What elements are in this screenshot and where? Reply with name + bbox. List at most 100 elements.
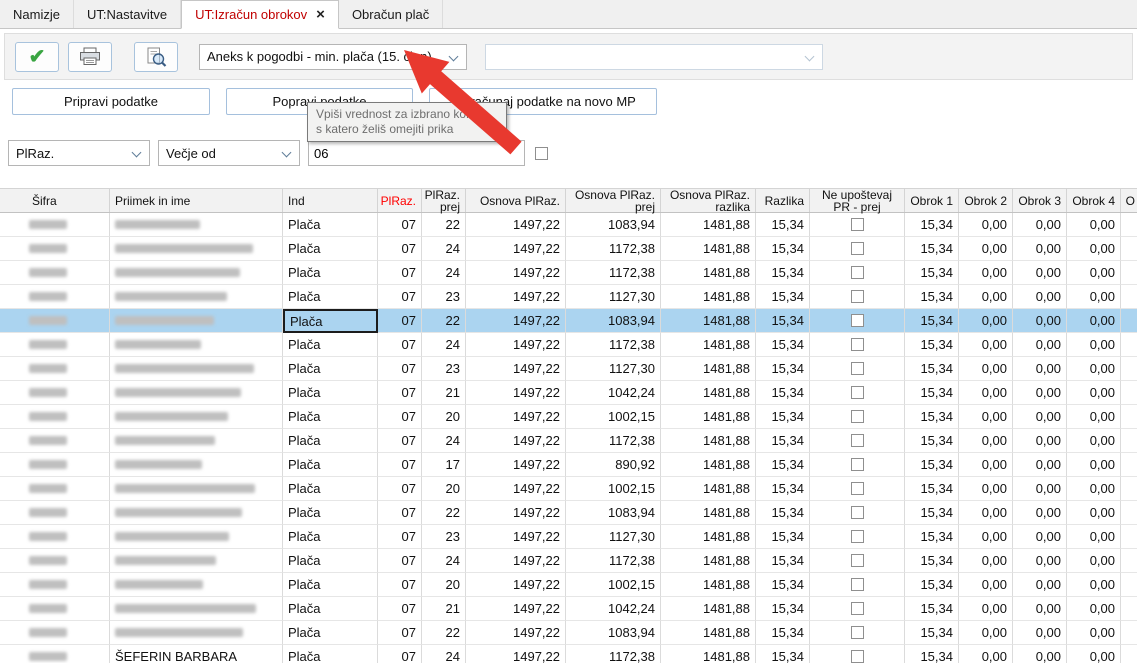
- cell-plraz[interactable]: 07: [378, 501, 422, 525]
- cell-obrok4[interactable]: 0,00: [1067, 597, 1121, 621]
- cell-obrok2[interactable]: 0,00: [959, 285, 1013, 309]
- cell-osnova_prej[interactable]: 1083,94: [566, 213, 661, 237]
- cell-ne_upostevaj[interactable]: [810, 573, 905, 597]
- cell-sifra[interactable]: [0, 429, 110, 453]
- cell-obrok2[interactable]: 0,00: [959, 357, 1013, 381]
- column-header-osnova_prej[interactable]: Osnova PlRaz. prej: [566, 189, 661, 213]
- cell-plraz[interactable]: 07: [378, 621, 422, 645]
- cell-ind[interactable]: Plača: [283, 429, 378, 453]
- cell-obrok4[interactable]: 0,00: [1067, 573, 1121, 597]
- cell-ind[interactable]: Plača: [283, 573, 378, 597]
- cell-ind[interactable]: Plača: [283, 285, 378, 309]
- cell-osnova[interactable]: 1497,22: [466, 477, 566, 501]
- cell-sifra[interactable]: [0, 381, 110, 405]
- cell-obrok5[interactable]: [1121, 405, 1137, 429]
- table-row[interactable]: Plača 07 24 1497,22 1172,38 1481,88 15,34 15,34…: [0, 333, 1137, 357]
- cell-obrok5[interactable]: [1121, 621, 1137, 645]
- ne-upostevaj-checkbox[interactable]: [850, 506, 864, 519]
- cell-obrok2[interactable]: 0,00: [959, 309, 1013, 333]
- column-header-sifra[interactable]: Šifra: [0, 189, 110, 212]
- cell-plraz[interactable]: 07: [378, 213, 422, 237]
- cell-razlika[interactable]: 15,34: [756, 213, 810, 237]
- filter-checkbox[interactable]: [535, 146, 548, 160]
- cell-obrok2[interactable]: 0,00: [959, 573, 1013, 597]
- cell-osnova_razlika[interactable]: 1481,88: [661, 525, 756, 549]
- ne-upostevaj-checkbox[interactable]: [850, 218, 864, 231]
- cell-obrok4[interactable]: 0,00: [1067, 357, 1121, 381]
- cell-ind[interactable]: Plača: [283, 597, 378, 621]
- cell-osnova_razlika[interactable]: 1481,88: [661, 381, 756, 405]
- cell-obrok4[interactable]: 0,00: [1067, 549, 1121, 573]
- print-button[interactable]: [68, 41, 112, 72]
- cell-ne_upostevaj[interactable]: [810, 597, 905, 621]
- ne-upostevaj-checkbox[interactable]: [850, 242, 864, 255]
- cell-ne_upostevaj[interactable]: [810, 213, 905, 237]
- cell-osnova_prej[interactable]: 1083,94: [566, 309, 661, 333]
- column-header-osnova[interactable]: Osnova PlRaz.: [466, 189, 566, 212]
- cell-plraz_prej[interactable]: 22: [422, 501, 466, 525]
- cell-ne_upostevaj[interactable]: [810, 645, 905, 663]
- table-row[interactable]: Plača 07 22 1497,22 1083,94 1481,88 15,34 15,34…: [0, 309, 1137, 333]
- cell-sifra[interactable]: [0, 549, 110, 573]
- cell-obrok3[interactable]: 0,00: [1013, 285, 1067, 309]
- cell-obrok5[interactable]: [1121, 285, 1137, 309]
- cell-ne_upostevaj[interactable]: [810, 405, 905, 429]
- cell-osnova_prej[interactable]: 1172,38: [566, 261, 661, 285]
- cell-razlika[interactable]: 15,34: [756, 645, 810, 663]
- cell-osnova[interactable]: 1497,22: [466, 405, 566, 429]
- cell-osnova_razlika[interactable]: 1481,88: [661, 621, 756, 645]
- cell-sifra[interactable]: [0, 645, 110, 663]
- column-header-plraz_prej[interactable]: PlRaz. prej: [422, 189, 466, 213]
- cell-ne_upostevaj[interactable]: [810, 261, 905, 285]
- ne-upostevaj-checkbox[interactable]: [850, 650, 864, 663]
- table-row[interactable]: Plača 07 24 1497,22 1172,38 1481,88 15,34 15,34…: [0, 237, 1137, 261]
- cell-obrok4[interactable]: 0,00: [1067, 213, 1121, 237]
- cell-obrok1[interactable]: 15,34: [905, 357, 959, 381]
- cell-obrok4[interactable]: 0,00: [1067, 501, 1121, 525]
- cell-obrok1[interactable]: 15,34: [905, 549, 959, 573]
- cell-obrok3[interactable]: 0,00: [1013, 309, 1067, 333]
- cell-obrok2[interactable]: 0,00: [959, 237, 1013, 261]
- tab-obracun-plac[interactable]: Obračun plač: [339, 0, 444, 28]
- cell-ind[interactable]: Plača: [283, 405, 378, 429]
- cell-ind[interactable]: Plača: [283, 477, 378, 501]
- cell-razlika[interactable]: 15,34: [756, 237, 810, 261]
- cell-obrok4[interactable]: 0,00: [1067, 453, 1121, 477]
- column-header-razlika[interactable]: Razlika: [756, 189, 810, 212]
- ne-upostevaj-checkbox[interactable]: [850, 266, 864, 279]
- cell-osnova[interactable]: 1497,22: [466, 213, 566, 237]
- cell-plraz[interactable]: 07: [378, 405, 422, 429]
- cell-ind[interactable]: Plača: [283, 453, 378, 477]
- ne-upostevaj-checkbox[interactable]: [850, 482, 864, 495]
- cell-obrok5[interactable]: [1121, 261, 1137, 285]
- ne-upostevaj-checkbox[interactable]: [850, 458, 864, 471]
- cell-obrok4[interactable]: 0,00: [1067, 333, 1121, 357]
- cell-obrok3[interactable]: 0,00: [1013, 357, 1067, 381]
- cell-obrok1[interactable]: 15,34: [905, 573, 959, 597]
- cell-osnova_prej[interactable]: 1172,38: [566, 237, 661, 261]
- cell-plraz[interactable]: 07: [378, 453, 422, 477]
- cell-osnova_prej[interactable]: 890,92: [566, 453, 661, 477]
- cell-plraz_prej[interactable]: 23: [422, 285, 466, 309]
- cell-ne_upostevaj[interactable]: [810, 549, 905, 573]
- cell-osnova[interactable]: 1497,22: [466, 453, 566, 477]
- cell-obrok2[interactable]: 0,00: [959, 453, 1013, 477]
- table-row[interactable]: Plača 07 22 1497,22 1083,94 1481,88 15,34 15,34…: [0, 501, 1137, 525]
- cell-ne_upostevaj[interactable]: [810, 501, 905, 525]
- cell-obrok2[interactable]: 0,00: [959, 333, 1013, 357]
- cell-name[interactable]: [110, 285, 283, 309]
- cell-obrok3[interactable]: 0,00: [1013, 621, 1067, 645]
- cell-plraz_prej[interactable]: 23: [422, 525, 466, 549]
- cell-plraz[interactable]: 07: [378, 381, 422, 405]
- ne-upostevaj-checkbox[interactable]: [850, 410, 864, 423]
- cell-sifra[interactable]: [0, 621, 110, 645]
- cell-ind[interactable]: Plača: [283, 237, 378, 261]
- cell-obrok3[interactable]: 0,00: [1013, 261, 1067, 285]
- cell-sifra[interactable]: [0, 237, 110, 261]
- cell-plraz[interactable]: 07: [378, 477, 422, 501]
- cell-ind[interactable]: Plača: [283, 501, 378, 525]
- cell-ind[interactable]: Plača: [283, 525, 378, 549]
- cell-plraz[interactable]: 07: [378, 333, 422, 357]
- cell-osnova_prej[interactable]: 1002,15: [566, 573, 661, 597]
- cell-obrok2[interactable]: 0,00: [959, 429, 1013, 453]
